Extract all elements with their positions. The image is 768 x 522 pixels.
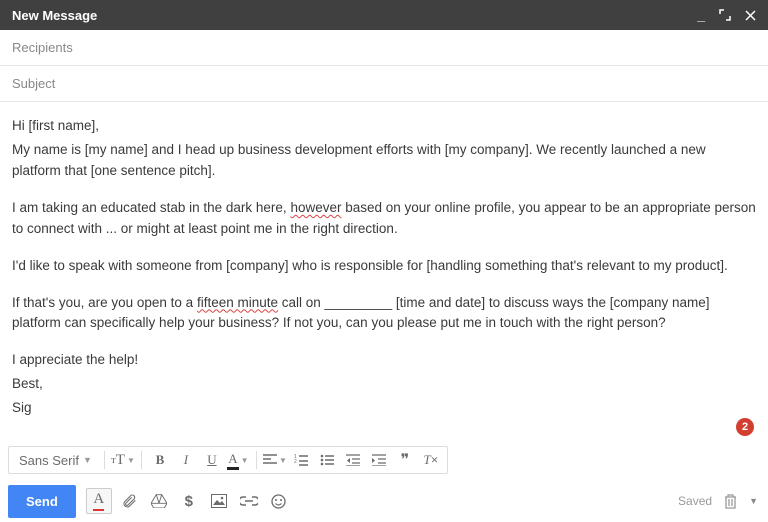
discard-icon[interactable] [724,494,737,509]
drive-icon[interactable] [146,488,172,514]
italic-button[interactable]: I [174,449,198,471]
text-color-button[interactable]: A▼ [226,449,250,471]
remove-formatting-button[interactable]: T✕ [419,449,443,471]
close-icon[interactable] [745,10,756,21]
window-title: New Message [12,8,697,23]
indent-more-button[interactable] [367,449,391,471]
send-button[interactable]: Send [8,485,76,518]
minimize-icon[interactable]: _ [697,8,705,22]
subject-input[interactable] [12,76,756,91]
more-options-button[interactable]: ▼ [749,496,758,506]
notification-badge[interactable]: 2 [736,418,754,436]
underline-button[interactable]: U [200,449,224,471]
bullet-list-button[interactable] [315,449,339,471]
numbered-list-button[interactable]: 12 [289,449,313,471]
font-family-button[interactable]: Sans Serif ▼ [13,449,98,471]
body-line: My name is [my name] and I head up busin… [12,140,756,182]
body-line: I appreciate the help! [12,350,756,371]
text-format-toggle[interactable]: A [86,488,112,514]
quote-button[interactable]: ❞ [393,449,417,471]
body-line: Best, [12,374,756,395]
recipients-input[interactable] [12,40,756,55]
bottom-toolbar: Send A $ Saved ▼ [0,480,768,522]
subject-field[interactable] [0,66,768,102]
chevron-down-icon: ▼ [83,455,92,465]
font-size-button[interactable]: тT▼ [111,449,135,471]
body-line: If that's you, are you open to a fifteen… [12,293,756,335]
window-titlebar: New Message _ [0,0,768,30]
message-body[interactable]: Hi [first name], My name is [my name] an… [0,102,768,442]
format-toolbar: Sans Serif ▼ тT▼ B I U A▼ ▼ 12 ❞ [8,446,448,474]
spellcheck-word: however [290,200,341,215]
align-button[interactable]: ▼ [263,449,287,471]
indent-less-button[interactable] [341,449,365,471]
money-icon[interactable]: $ [176,488,202,514]
saved-label: Saved [678,494,712,508]
attach-icon[interactable] [116,488,142,514]
body-line: Hi [first name], [12,116,756,137]
recipients-field[interactable] [0,30,768,66]
body-line: Sig [12,398,756,419]
svg-text:2: 2 [294,459,297,465]
expand-icon[interactable] [719,9,731,21]
body-line: I'd like to speak with someone from [com… [12,256,756,277]
insert-photo-icon[interactable] [206,488,232,514]
spellcheck-word: fifteen minute [197,295,278,310]
body-line: I am taking an educated stab in the dark… [12,198,756,240]
bold-button[interactable]: B [148,449,172,471]
insert-link-icon[interactable] [236,488,262,514]
emoji-icon[interactable] [266,488,292,514]
